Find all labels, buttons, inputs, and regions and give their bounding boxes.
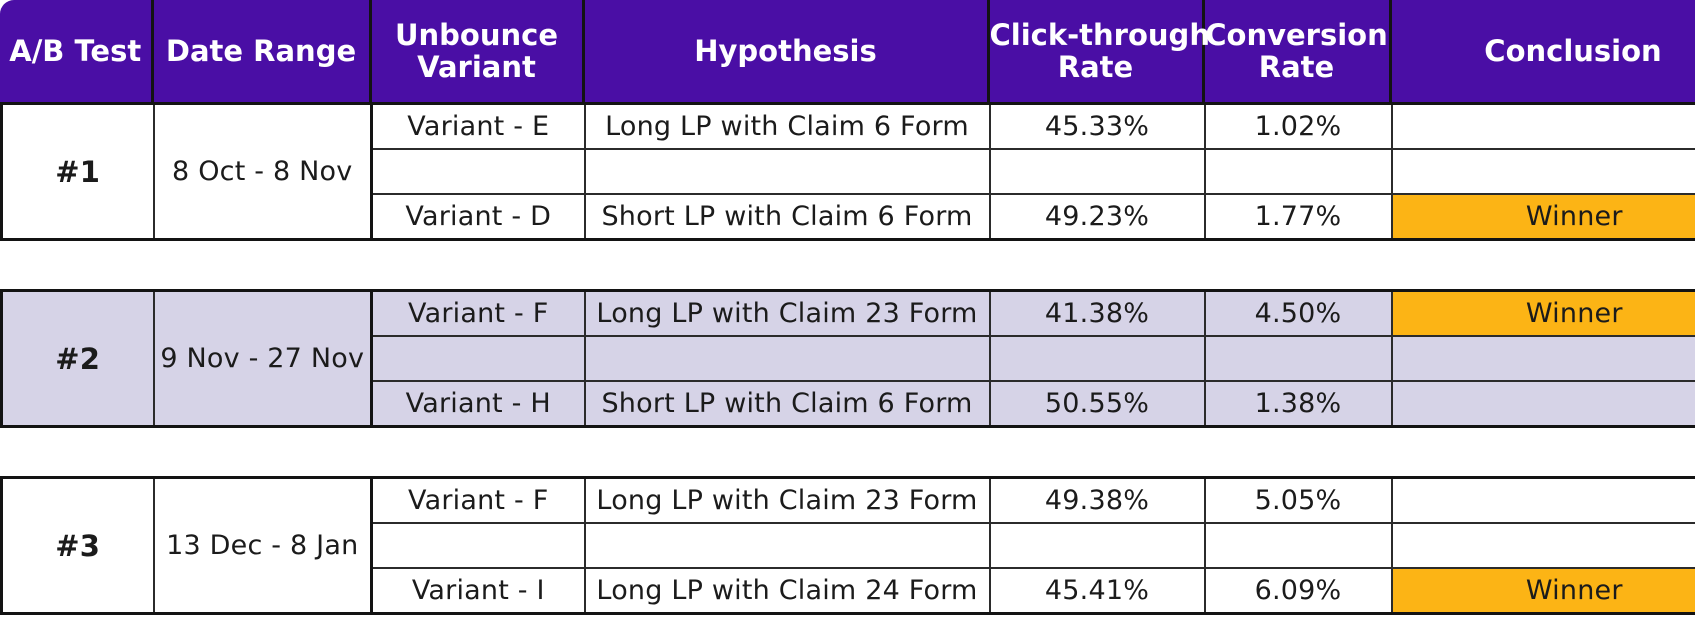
cell-hypothesis bbox=[583, 522, 991, 569]
cell-unbounce-variant: Variant - I bbox=[370, 567, 586, 615]
status-badge-winner: Winner bbox=[1390, 289, 1695, 337]
cell-date-range: 9 Nov - 27 Nov bbox=[152, 289, 373, 428]
table-row[interactable]: #3 13 Dec - 8 Jan Variant - F Long LP with … bbox=[0, 476, 1695, 615]
table-row[interactable]: #1 8 Oct - 8 Nov Variant - E Long LP with C… bbox=[0, 102, 1695, 241]
cell-ab-test-id: #3 bbox=[0, 476, 155, 615]
cell-hypothesis: Long LP with Claim 23 Form bbox=[583, 289, 991, 337]
cell-conclusion bbox=[1390, 102, 1695, 150]
cell-click-through-rate bbox=[988, 522, 1206, 569]
cell-click-through-rate: 50.55% bbox=[988, 380, 1206, 428]
cell-unbounce-variant: Variant - F bbox=[370, 476, 586, 524]
cell-conversion-rate: 1.38% bbox=[1203, 380, 1393, 428]
column-header-ab-test[interactable]: A/B Test bbox=[0, 0, 154, 102]
ab-test-results-table: A/B Test Date Range Unbounce Variant Hyp… bbox=[0, 0, 1695, 639]
cell-conclusion bbox=[1390, 335, 1695, 382]
cell-click-through-rate: 49.38% bbox=[988, 476, 1206, 524]
cell-click-through-rate bbox=[988, 335, 1206, 382]
cell-click-through-rate: 41.38% bbox=[988, 289, 1206, 337]
cell-unbounce-variant: Variant - F bbox=[370, 289, 586, 337]
column-header-date-range[interactable]: Date Range bbox=[150, 0, 372, 102]
column-header-ctr[interactable]: Click-through Rate bbox=[986, 0, 1210, 102]
cell-conversion-rate bbox=[1203, 522, 1393, 569]
cell-unbounce-variant: Variant - D bbox=[370, 193, 586, 241]
cell-hypothesis bbox=[583, 148, 991, 195]
header-row: A/B Test Date Range Unbounce Variant Hyp… bbox=[0, 0, 1695, 102]
cell-unbounce-variant: Variant - H bbox=[370, 380, 586, 428]
cell-hypothesis: Long LP with Claim 23 Form bbox=[583, 476, 991, 524]
cell-conversion-rate: 5.05% bbox=[1203, 476, 1393, 524]
cell-conversion-rate: 1.02% bbox=[1203, 102, 1393, 150]
cell-conclusion bbox=[1390, 476, 1695, 524]
cell-date-range: 13 Dec - 8 Jan bbox=[152, 476, 373, 615]
column-header-unbounce-variant-line2: Variant bbox=[417, 50, 536, 84]
cell-conversion-rate bbox=[1203, 148, 1393, 195]
column-header-unbounce-variant[interactable]: Unbounce Variant bbox=[368, 0, 585, 102]
cell-click-through-rate: 45.41% bbox=[988, 567, 1206, 615]
cell-conversion-rate: 4.50% bbox=[1203, 289, 1393, 337]
cell-unbounce-variant bbox=[370, 148, 586, 195]
column-header-hypothesis[interactable]: Hypothesis bbox=[581, 0, 990, 102]
cell-date-range: 8 Oct - 8 Nov bbox=[152, 102, 373, 241]
cell-hypothesis: Long LP with Claim 6 Form bbox=[583, 102, 991, 150]
column-header-cvr[interactable]: Conversion Rate bbox=[1201, 0, 1392, 102]
column-header-ctr-line2: Rate bbox=[1057, 50, 1134, 84]
column-header-cvr-line1: Conversion bbox=[1205, 17, 1388, 52]
cell-conversion-rate: 1.77% bbox=[1203, 193, 1393, 241]
cell-unbounce-variant: Variant - E bbox=[370, 102, 586, 150]
status-badge-winner: Winner bbox=[1390, 567, 1695, 615]
status-badge-winner: Winner bbox=[1390, 193, 1695, 241]
column-header-cvr-line2: Rate bbox=[1258, 50, 1335, 84]
column-header-ctr-line1: Click-through bbox=[989, 17, 1210, 52]
test-block-3: #3 13 Dec - 8 Jan Variant - F Long LP with … bbox=[0, 476, 1695, 615]
cell-hypothesis: Short LP with Claim 6 Form bbox=[583, 380, 991, 428]
cell-ab-test-id: #2 bbox=[0, 289, 155, 428]
cell-click-through-rate: 49.23% bbox=[988, 193, 1206, 241]
cell-hypothesis bbox=[583, 335, 991, 382]
column-header-conclusion[interactable]: Conclusion bbox=[1388, 0, 1695, 102]
cell-unbounce-variant bbox=[370, 522, 586, 569]
test-block-1: #1 8 Oct - 8 Nov Variant - E Long LP with C… bbox=[0, 102, 1695, 241]
cell-conclusion bbox=[1390, 522, 1695, 569]
cell-conclusion bbox=[1390, 148, 1695, 195]
cell-click-through-rate bbox=[988, 148, 1206, 195]
cell-ab-test-id: #1 bbox=[0, 102, 155, 241]
cell-conversion-rate: 6.09% bbox=[1203, 567, 1393, 615]
cell-hypothesis: Short LP with Claim 6 Form bbox=[583, 193, 991, 241]
test-block-2: #2 9 Nov - 27 Nov Variant - F Long LP with … bbox=[0, 289, 1695, 428]
table-header: A/B Test Date Range Unbounce Variant Hyp… bbox=[0, 0, 1695, 102]
cell-unbounce-variant bbox=[370, 335, 586, 382]
column-header-unbounce-variant-line1: Unbounce bbox=[394, 17, 559, 52]
cell-click-through-rate: 45.33% bbox=[988, 102, 1206, 150]
table-row[interactable]: #2 9 Nov - 27 Nov Variant - F Long LP with … bbox=[0, 289, 1695, 428]
cell-conclusion bbox=[1390, 380, 1695, 428]
cell-conversion-rate bbox=[1203, 335, 1393, 382]
cell-hypothesis: Long LP with Claim 24 Form bbox=[583, 567, 991, 615]
